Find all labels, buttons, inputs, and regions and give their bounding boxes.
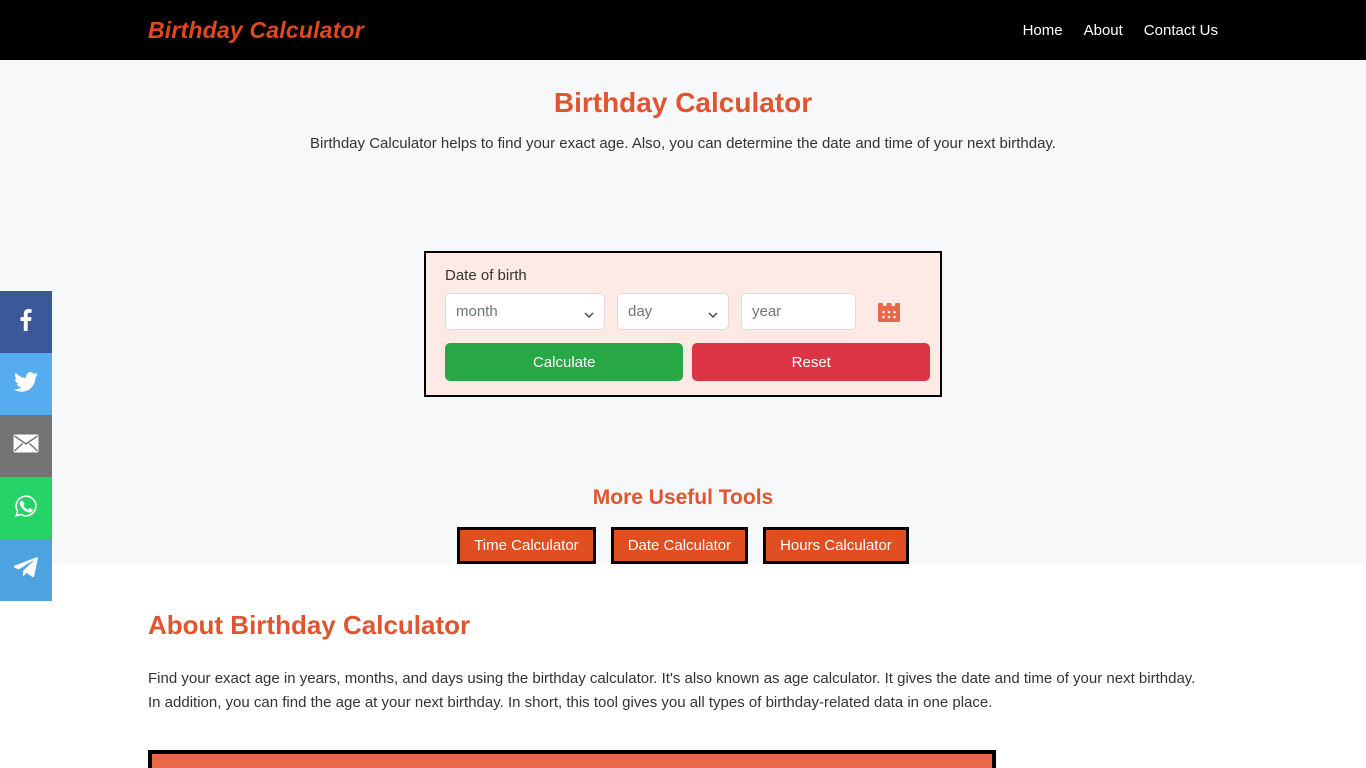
about-paragraph: Find your exact age in years, months, an… bbox=[148, 670, 1196, 711]
year-input[interactable] bbox=[741, 293, 856, 330]
tool-button-time-calculator[interactable]: Time Calculator bbox=[457, 527, 596, 564]
share-whatsapp-button[interactable] bbox=[0, 477, 52, 539]
main-navigation: Home About Contact Us bbox=[1023, 22, 1218, 39]
share-facebook-button[interactable] bbox=[0, 291, 52, 353]
hero-section: Birthday Calculator Birthday Calculator … bbox=[0, 60, 1366, 601]
brand-logo[interactable]: Birthday Calculator bbox=[148, 17, 364, 44]
twitter-icon bbox=[14, 371, 38, 397]
tool-button-date-calculator[interactable]: Date Calculator bbox=[610, 527, 749, 564]
about-title: About Birthday Calculator bbox=[148, 610, 471, 640]
about-inner: About Birthday Calculator Find your exac… bbox=[148, 610, 1218, 768]
facebook-icon bbox=[20, 308, 32, 336]
nav-item-contact-us[interactable]: Contact Us bbox=[1144, 22, 1218, 39]
month-select-wrapper: month bbox=[445, 293, 605, 330]
tool-button-hours-calculator[interactable]: Hours Calculator bbox=[763, 527, 909, 564]
dob-field-row: month day bbox=[445, 293, 930, 330]
social-share-rail bbox=[0, 291, 52, 601]
page-subtitle: Birthday Calculator helps to find your e… bbox=[310, 135, 1056, 152]
dob-label: Date of birth bbox=[445, 267, 527, 284]
reset-button[interactable]: Reset bbox=[692, 343, 930, 381]
share-telegram-button[interactable] bbox=[0, 539, 52, 601]
whatsapp-icon bbox=[14, 494, 38, 523]
page-title: Birthday Calculator bbox=[553, 87, 813, 118]
more-tools-row: Time Calculator Date Calculator Hours Ca… bbox=[0, 527, 1366, 564]
form-actions: Calculate Reset bbox=[445, 343, 930, 381]
envelope-icon bbox=[13, 434, 39, 458]
share-twitter-button[interactable] bbox=[0, 353, 52, 415]
day-select[interactable]: day bbox=[617, 293, 729, 330]
site-header: Birthday Calculator Home About Contact U… bbox=[0, 0, 1366, 60]
month-select[interactable]: month bbox=[445, 293, 605, 330]
calculate-button[interactable]: Calculate bbox=[445, 343, 684, 381]
telegram-icon bbox=[12, 557, 38, 583]
day-select-wrapper: day bbox=[617, 293, 729, 330]
about-section: About Birthday Calculator Find your exac… bbox=[0, 563, 1366, 768]
nav-item-about[interactable]: About bbox=[1084, 22, 1123, 39]
share-email-button[interactable] bbox=[0, 415, 52, 477]
nav-item-home[interactable]: Home bbox=[1023, 22, 1063, 39]
highlight-box bbox=[148, 750, 996, 768]
calendar-icon[interactable] bbox=[876, 299, 902, 325]
more-tools-title: More Useful Tools bbox=[592, 486, 774, 509]
dob-form-card: Date of birth month day year Calculate R… bbox=[424, 251, 942, 397]
